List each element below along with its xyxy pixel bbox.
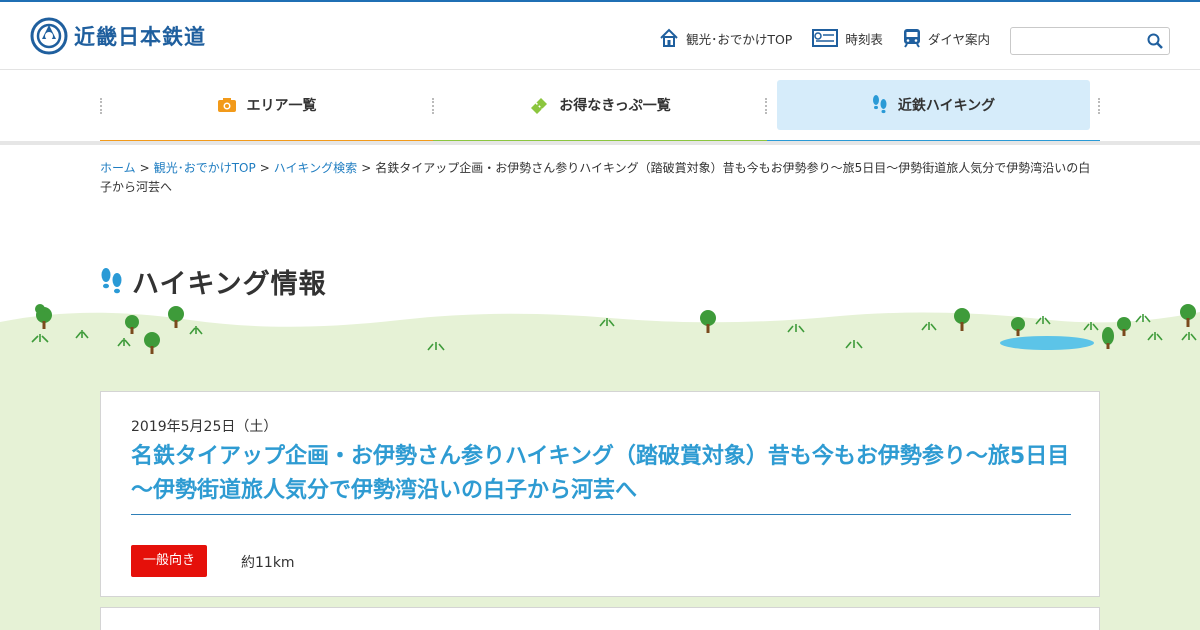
nav-bottom-rule xyxy=(0,141,1200,145)
nav-item-label: 近鉄ハイキング xyxy=(897,98,996,114)
site-header: 近畿日本鉄道 観光･おでかけTOP 時刻表 ダイヤ案内 xyxy=(0,2,1200,70)
nav-item-area-list[interactable]: エリア一覧 xyxy=(100,80,433,130)
train-icon xyxy=(903,29,920,48)
header-links: 観光･おでかけTOP 時刻表 ダイヤ案内 xyxy=(639,28,990,48)
hiking-event-card[interactable]: 2019年5月25日（土） 名鉄タイアップ企画・お伊勢さん参りハイキング（踏破賞… xyxy=(100,391,1100,597)
breadcrumb-link-home[interactable]: ホーム xyxy=(100,161,136,175)
house-icon xyxy=(660,28,678,47)
search-box xyxy=(1010,27,1170,55)
logo-text: 近畿日本鉄道 xyxy=(74,25,206,49)
timetable-icon xyxy=(812,29,839,47)
header-link-label: 時刻表 xyxy=(845,31,883,47)
search-icon[interactable] xyxy=(1147,33,1163,49)
header-link-diagram[interactable]: ダイヤ案内 xyxy=(903,28,990,48)
camera-icon xyxy=(217,98,236,112)
event-distance: 約11km xyxy=(241,555,295,571)
nav-item-label: エリア一覧 xyxy=(246,98,317,114)
kintetsu-logo-icon xyxy=(30,17,68,55)
breadcrumb-link-hiking-search[interactable]: ハイキング検索 xyxy=(274,161,357,175)
footprints-icon xyxy=(101,267,122,293)
header-link-label: ダイヤ案内 xyxy=(927,31,990,47)
global-nav: エリア一覧 お得なきっぷ一覧 近鉄ハイキング xyxy=(100,70,1100,145)
header-link-timetable[interactable]: 時刻表 xyxy=(812,29,883,48)
breadcrumb-separator: > xyxy=(139,161,150,175)
event-title[interactable]: 名鉄タイアップ企画・お伊勢さん参りハイキング（踏破賞対象）昔も今もお伊勢参り～旅… xyxy=(131,440,1071,515)
footprints-icon xyxy=(872,95,887,114)
nav-item-tickets[interactable]: お得なきっぷ一覧 xyxy=(433,80,767,130)
nav-item-hiking[interactable]: 近鉄ハイキング xyxy=(777,80,1090,130)
breadcrumb-separator: > xyxy=(259,161,270,175)
nav-separator xyxy=(1098,98,1100,114)
header-link-sightseeing[interactable]: 観光･おでかけTOP xyxy=(659,28,792,48)
search-input[interactable] xyxy=(1011,28,1141,54)
breadcrumb-link-sightseeing[interactable]: 観光･おでかけTOP xyxy=(154,161,256,175)
breadcrumb-separator: > xyxy=(361,161,372,175)
site-logo[interactable]: 近畿日本鉄道 xyxy=(30,17,206,55)
level-badge: 一般向き xyxy=(131,545,207,577)
event-date: 2019年5月25日（土） xyxy=(131,419,278,435)
nav-item-label: お得なきっぷ一覧 xyxy=(559,98,671,114)
header-link-label: 観光･おでかけTOP xyxy=(686,31,793,47)
ticket-icon xyxy=(531,98,548,114)
breadcrumb: ホーム > 観光･おでかけTOP > ハイキング検索 > 名鉄タイアップ企画・お伊勢さん参り… xyxy=(100,159,1100,197)
hiking-event-card-next[interactable] xyxy=(100,607,1100,630)
page-title-block: ハイキング情報 xyxy=(100,262,327,301)
nav-separator xyxy=(765,98,767,114)
page-title: ハイキング情報 xyxy=(132,269,327,300)
